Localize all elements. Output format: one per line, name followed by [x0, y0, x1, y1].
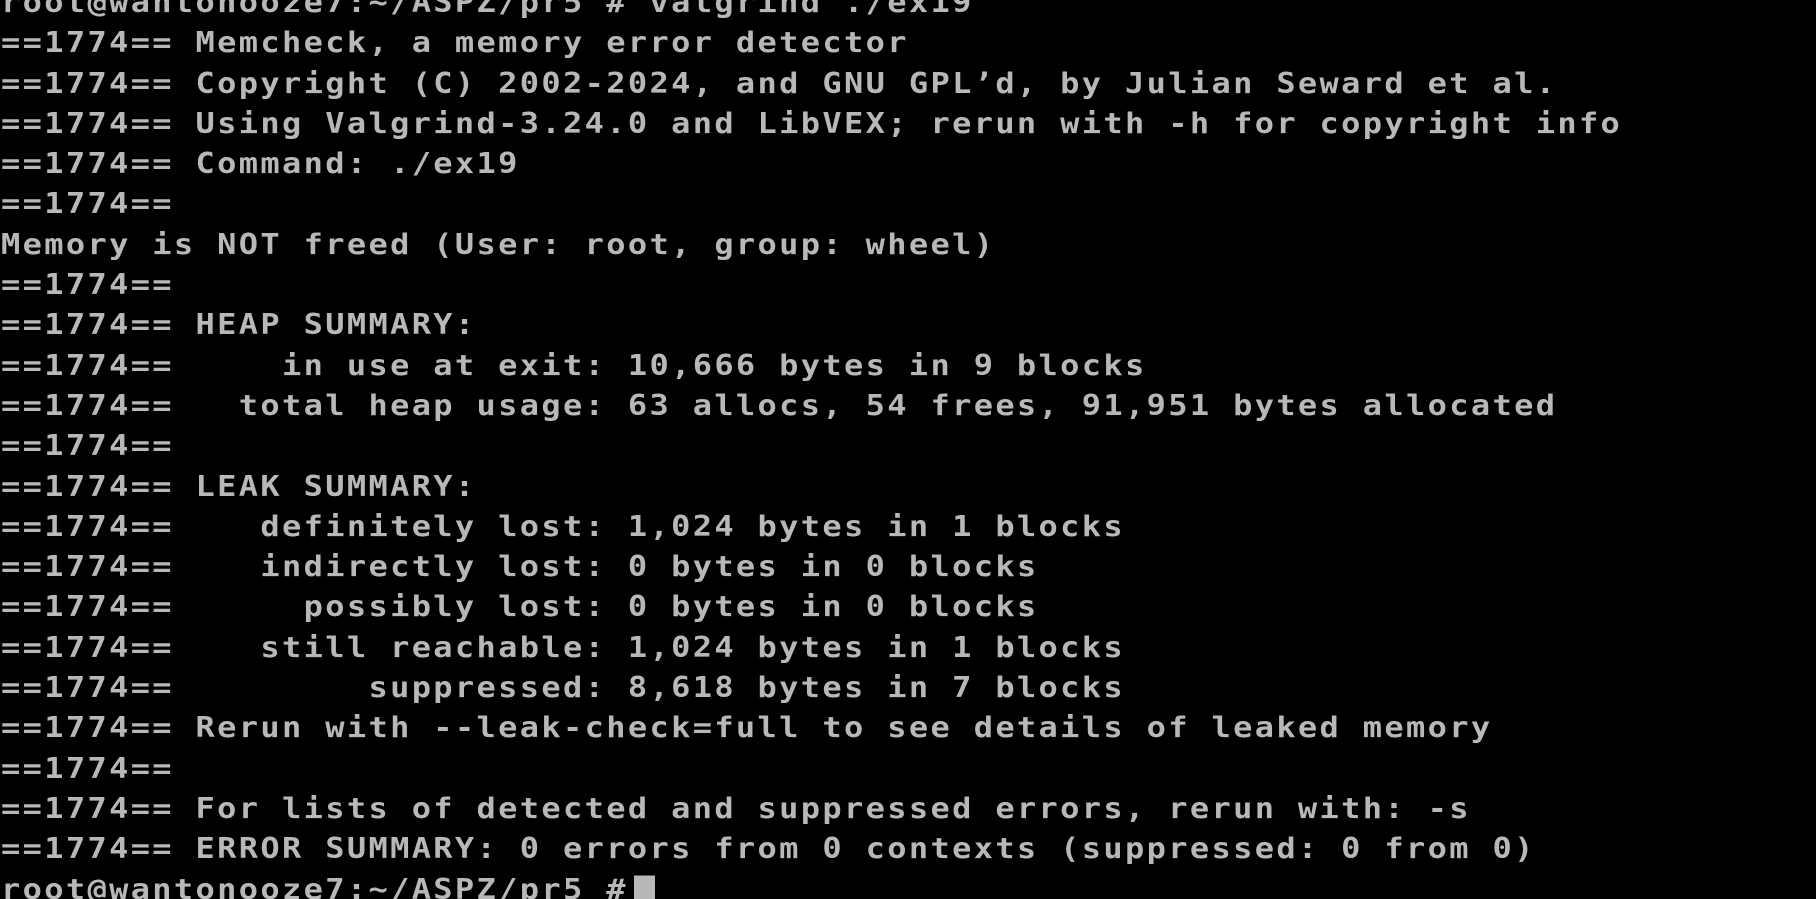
terminal-output: root@wantonooze7:~/ASPZ/pr5 # valgrind .… [1, 0, 1622, 899]
output-line: ==1774== [1, 266, 174, 302]
output-line: ==1774== [1, 186, 174, 221]
output-line: ==1774== Command: ./ex19 [1, 146, 520, 181]
heap-summary-heading: ==1774== HEAP SUMMARY: [1, 307, 477, 342]
heap-total-usage-line: ==1774== total heap usage: 63 allocs, 54… [1, 387, 1558, 423]
rerun-hint-line: ==1774== Rerun with --leak-check=full to… [1, 710, 1493, 745]
output-line: ==1774== [1, 428, 174, 463]
heap-in-use-line: ==1774== in use at exit: 10,666 bytes in… [1, 347, 1147, 382]
output-line: ==1774== [1, 750, 174, 785]
definitely-lost-line: ==1774== definitely lost: 1,024 bytes in… [1, 508, 1126, 543]
prompt-text: root@wantonooze7:~/ASPZ/pr5 # [1, 871, 628, 899]
error-summary-line: ==1774== ERROR SUMMARY: 0 errors from 0 … [1, 831, 1536, 866]
suppressed-line: ==1774== suppressed: 8,618 bytes in 7 bl… [1, 669, 1126, 705]
text-cursor [633, 875, 655, 899]
leak-summary-heading: ==1774== LEAK SUMMARY: [1, 468, 477, 503]
program-output-line: Memory is NOT freed (User: root, group: … [1, 226, 996, 261]
command-prompt-line[interactable]: root@wantonooze7:~/ASPZ/pr5 # [1, 871, 1622, 899]
output-line: ==1774== Memcheck, a memory error detect… [1, 25, 909, 60]
output-line: ==1774== Copyright (C) 2002-2024, and GN… [1, 65, 1558, 100]
prompt-line: root@wantonooze7:~/ASPZ/pr5 # valgrind .… [1, 0, 974, 20]
terminal-screen[interactable]: root@wantonooze7:~/ASPZ/pr5 # valgrind .… [0, 0, 1816, 899]
possibly-lost-line: ==1774== possibly lost: 0 bytes in 0 blo… [1, 589, 1039, 624]
still-reachable-line: ==1774== still reachable: 1,024 bytes in… [1, 629, 1126, 664]
errors-hint-line: ==1774== For lists of detected and suppr… [1, 790, 1471, 826]
output-line: ==1774== Using Valgrind-3.24.0 and LibVE… [1, 105, 1623, 141]
indirectly-lost-line: ==1774== indirectly lost: 0 bytes in 0 b… [1, 549, 1039, 584]
